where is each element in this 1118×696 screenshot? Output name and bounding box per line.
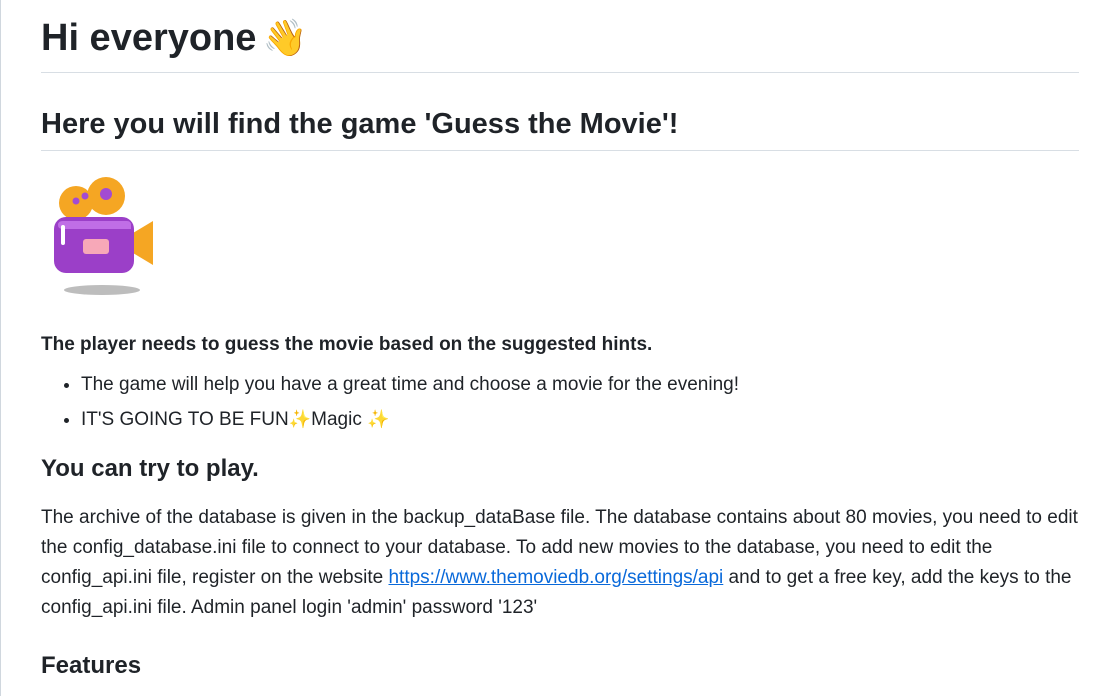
left-border — [0, 0, 1, 696]
feature-bullets: The game will help you have a great time… — [41, 372, 1079, 433]
bullet-text: The game will help you have a great time… — [81, 374, 739, 395]
bullet-text-magic: Magic — [311, 409, 368, 430]
tmdb-api-link[interactable]: https://www.themoviedb.org/settings/api — [388, 567, 723, 588]
features-heading: Features — [41, 652, 142, 679]
play-description: The archive of the database is given in … — [41, 503, 1079, 623]
sparkles-icon: ✨ — [367, 409, 390, 430]
movie-camera-icon — [54, 177, 153, 295]
logo-lens — [133, 221, 153, 265]
logo-shine — [61, 225, 65, 245]
logo-reel-hole-1 — [72, 197, 80, 205]
logo-screen — [83, 239, 109, 254]
play-heading: You can try to play. — [41, 455, 259, 482]
intro-text: The player needs to guess the movie base… — [41, 334, 653, 355]
bullet-text: IT'S GOING TO BE FUN — [81, 409, 289, 430]
title-text: Hi everyone — [41, 17, 257, 59]
waving-hand-icon: 👋 — [262, 18, 308, 59]
logo-highlight — [58, 221, 131, 229]
readme-content: Hi everyone 👋 Here you will find the game… — [41, 0, 1079, 682]
game-subheading: Here you will find the game 'Guess the M… — [41, 106, 1079, 151]
sparkles-icon: ✨ — [288, 409, 312, 430]
readme-page: Hi everyone 👋 Here you will find the game… — [0, 0, 1118, 696]
list-item: IT'S GOING TO BE FUN✨Magic ✨ — [81, 407, 1079, 433]
list-item: The game will help you have a great time… — [81, 372, 1079, 398]
logo-reel-hub — [100, 188, 112, 200]
logo-shadow — [64, 285, 140, 295]
page-title: Hi everyone 👋 — [41, 0, 1079, 73]
logo-reel-hole-2 — [81, 192, 89, 200]
